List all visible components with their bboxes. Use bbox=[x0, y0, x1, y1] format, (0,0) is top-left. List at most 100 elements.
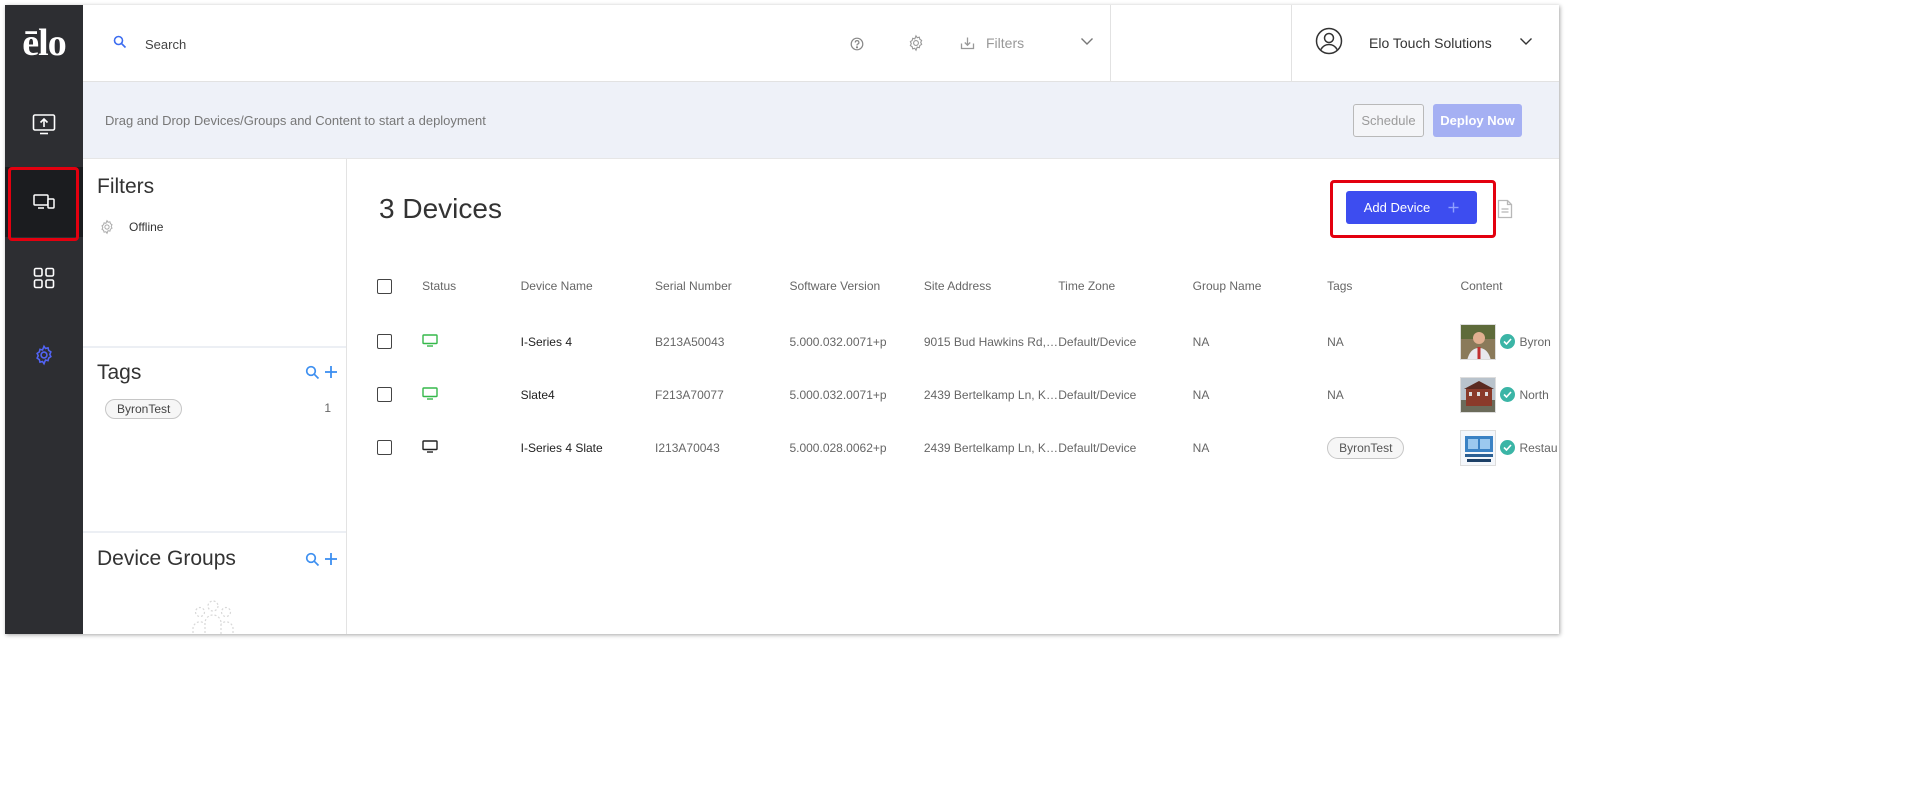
deploy-now-button[interactable]: Deploy Now bbox=[1433, 104, 1522, 137]
chevron-down-icon[interactable] bbox=[1519, 37, 1533, 46]
gear-icon bbox=[36, 344, 52, 366]
software-version: 5.000.032.0071+p bbox=[789, 334, 887, 349]
device-name[interactable]: I-Series 4 Slate bbox=[521, 421, 655, 474]
status-cell bbox=[422, 368, 521, 421]
filter-item-offline[interactable]: Offline bbox=[99, 219, 163, 235]
tags-cell: NA bbox=[1327, 334, 1344, 349]
group-name: NA bbox=[1192, 387, 1210, 402]
elo-logo[interactable]: ēlo bbox=[5, 23, 83, 63]
site-address: 2439 Bertelkamp Ln, Knoxville… bbox=[923, 387, 1058, 402]
time-zone: Default/Device bbox=[1058, 387, 1137, 402]
column-header[interactable]: Group Name bbox=[1193, 257, 1327, 315]
content-name[interactable]: Byron bbox=[1519, 335, 1550, 349]
status-cell bbox=[422, 421, 521, 474]
row-select-cell bbox=[377, 315, 422, 368]
device-count-title: 3 Devices bbox=[379, 193, 502, 224]
row-select-cell bbox=[377, 421, 422, 474]
content-name[interactable]: Restaurant POS bbox=[1519, 441, 1557, 455]
column-header[interactable]: Tags bbox=[1327, 257, 1460, 315]
nav-deploy-button[interactable] bbox=[5, 89, 83, 159]
search-icon[interactable] bbox=[113, 35, 127, 49]
add-icon[interactable] bbox=[324, 552, 338, 566]
content-thumbnail[interactable] bbox=[1460, 429, 1497, 466]
account-name[interactable]: Elo Touch Solutions bbox=[1369, 35, 1492, 51]
filters-dropdown-label[interactable]: Filters bbox=[986, 35, 1024, 51]
device-name[interactable]: I-Series 4 bbox=[521, 315, 655, 368]
content-cell: North bbox=[1460, 368, 1557, 421]
groups-actions bbox=[305, 552, 338, 567]
device-online-icon bbox=[422, 333, 438, 347]
row-checkbox[interactable] bbox=[377, 440, 392, 455]
export-document-icon[interactable] bbox=[1497, 199, 1513, 219]
nav-settings-button[interactable] bbox=[5, 320, 83, 390]
topbar-divider bbox=[1291, 5, 1292, 82]
table-header-row: Status Device Name Serial Number Softwar… bbox=[377, 257, 1557, 315]
table-row[interactable]: I-Series 4 B213A50043 5.000.032.0071+p 9… bbox=[377, 315, 1557, 368]
row-checkbox[interactable] bbox=[377, 334, 392, 349]
table-row[interactable]: I-Series 4 Slate I213A70043 5.000.028.00… bbox=[377, 421, 1557, 474]
content-thumbnail[interactable] bbox=[1460, 376, 1497, 413]
site-address: 2439 Bertelkamp Ln, Knoxville… bbox=[923, 440, 1058, 455]
serial-number: F213A70077 bbox=[655, 387, 724, 402]
app-window: ēlo Search Filters Elo Touch Solutions D… bbox=[5, 5, 1559, 634]
grid-icon bbox=[33, 267, 55, 289]
help-icon[interactable] bbox=[850, 37, 864, 51]
table-row[interactable]: Slate4 F213A70077 5.000.032.0071+p 2439 … bbox=[377, 368, 1557, 421]
column-header[interactable]: Time Zone bbox=[1058, 257, 1192, 315]
row-select-cell bbox=[377, 368, 422, 421]
group-name: NA bbox=[1192, 440, 1210, 455]
column-header[interactable]: Status bbox=[422, 257, 521, 315]
nav-content-button[interactable] bbox=[5, 243, 83, 313]
content-thumbnail[interactable] bbox=[1460, 323, 1497, 360]
deployment-hint: Drag and Drop Devices/Groups and Content… bbox=[105, 113, 486, 128]
search-input[interactable] bbox=[145, 33, 745, 55]
devices-table: Status Device Name Serial Number Softwar… bbox=[377, 257, 1557, 474]
filters-title: Filters bbox=[97, 175, 155, 198]
devices-panel: 3 Devices Add Device Status Device Name … bbox=[347, 159, 1559, 634]
tags-actions bbox=[305, 365, 338, 380]
column-header[interactable]: Site Address bbox=[924, 257, 1058, 315]
download-icon[interactable] bbox=[960, 36, 975, 50]
device-offline-icon bbox=[422, 439, 438, 453]
site-address: 9015 Bud Hawkins Rd, Grapevine… bbox=[923, 334, 1059, 349]
add-icon[interactable] bbox=[324, 365, 338, 379]
serial-number: B213A50043 bbox=[655, 334, 725, 349]
published-check-icon bbox=[1500, 334, 1516, 349]
published-check-icon bbox=[1500, 387, 1516, 402]
chevron-down-icon[interactable] bbox=[1080, 37, 1094, 46]
group-name: NA bbox=[1192, 334, 1210, 349]
column-header[interactable]: Content bbox=[1460, 257, 1557, 315]
settings-icon[interactable] bbox=[907, 34, 925, 52]
column-header[interactable]: Serial Number bbox=[655, 257, 789, 315]
schedule-button[interactable]: Schedule bbox=[1353, 104, 1424, 137]
sidebar-panel: Filters Offline Tags ByronTest 1 Device … bbox=[83, 159, 347, 634]
column-header[interactable]: Software Version bbox=[789, 257, 923, 315]
tag-chip[interactable]: ByronTest bbox=[105, 399, 183, 419]
status-cell bbox=[422, 315, 521, 368]
user-avatar-icon[interactable] bbox=[1315, 27, 1343, 55]
tag-chip[interactable]: ByronTest bbox=[1327, 436, 1405, 459]
search-icon[interactable] bbox=[305, 365, 320, 380]
serial-number: I213A70043 bbox=[655, 440, 720, 455]
panel-divider bbox=[83, 531, 346, 533]
row-checkbox[interactable] bbox=[377, 387, 392, 402]
device-groups-title: Device Groups bbox=[97, 547, 236, 570]
gear-icon bbox=[101, 219, 113, 235]
add-device-highlight bbox=[1330, 180, 1496, 238]
software-version: 5.000.028.0062+p bbox=[789, 440, 887, 455]
content-cell: Byron bbox=[1460, 315, 1557, 368]
device-name[interactable]: Slate4 bbox=[521, 368, 655, 421]
software-version: 5.000.032.0071+p bbox=[789, 387, 887, 402]
published-check-icon bbox=[1500, 440, 1516, 455]
search-icon[interactable] bbox=[305, 552, 320, 567]
column-header[interactable]: Device Name bbox=[521, 257, 655, 315]
top-bar: Filters Elo Touch Solutions bbox=[83, 5, 1559, 82]
device-online-icon bbox=[422, 386, 438, 400]
filter-label: Offline bbox=[129, 220, 164, 234]
topbar-divider bbox=[1110, 5, 1111, 82]
select-all-checkbox[interactable] bbox=[377, 278, 392, 294]
deployment-bar: Drag and Drop Devices/Groups and Content… bbox=[83, 82, 1559, 159]
content-cell: Restaurant POS bbox=[1460, 421, 1557, 474]
content-name[interactable]: North bbox=[1519, 388, 1548, 402]
tags-cell: NA bbox=[1327, 387, 1344, 402]
